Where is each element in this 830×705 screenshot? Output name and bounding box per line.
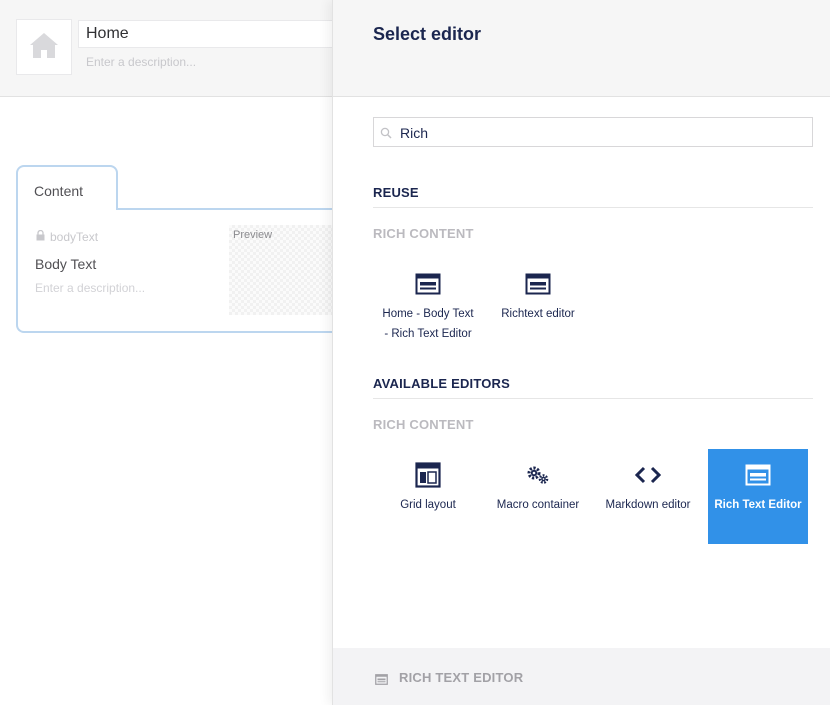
reuse-editor-home-body-text[interactable]: Home - Body Text - Rich Text Editor: [378, 258, 478, 353]
rte-icon: [378, 270, 478, 298]
preview-label: Preview: [233, 229, 273, 241]
editor-label: Richtext editor: [501, 308, 575, 320]
rte-icon: [488, 270, 588, 298]
editor-rich-text-editor[interactable]: Rich Text Editor: [708, 449, 808, 544]
reuse-editor-richtext[interactable]: Richtext editor: [488, 258, 588, 353]
tab-content[interactable]: Content: [16, 165, 118, 210]
node-description-input[interactable]: Enter a description...: [86, 55, 196, 69]
tab-content-label: Content: [34, 183, 84, 199]
panel-footer: RICH TEXT EDITOR: [333, 648, 830, 705]
lock-icon: [36, 229, 45, 244]
search-input[interactable]: [398, 122, 802, 144]
node-name-input[interactable]: Home: [78, 20, 348, 48]
rte-icon: [708, 461, 808, 489]
search-icon: [380, 126, 392, 144]
editor-markdown[interactable]: Markdown editor: [598, 449, 698, 544]
editor-macro-container[interactable]: Macro container: [488, 449, 588, 544]
available-group-title: RICH CONTENT: [373, 417, 474, 432]
property-label[interactable]: Body Text: [35, 256, 96, 272]
grid-layout-icon: [378, 461, 478, 489]
editor-label: Rich Text Editor: [714, 499, 802, 511]
panel-header: Select editor: [333, 0, 830, 97]
available-section-title: AVAILABLE EDITORS: [373, 376, 813, 399]
node-icon-picker[interactable]: [16, 19, 72, 75]
home-icon: [29, 31, 59, 64]
property-alias-text: bodyText: [50, 230, 99, 244]
select-editor-panel: Select editor REUSE RICH CONTENT Home - …: [332, 0, 830, 705]
property-alias: bodyText: [36, 229, 99, 244]
editor-label: Markdown editor: [605, 499, 691, 511]
settings-gears-icon: [488, 461, 588, 489]
reuse-group-title: RICH CONTENT: [373, 226, 474, 241]
search-box[interactable]: [373, 117, 813, 147]
editor-label: Macro container: [496, 499, 580, 511]
editor-label: Grid layout: [400, 499, 456, 511]
reuse-section-title: REUSE: [373, 185, 813, 208]
editor-grid-layout[interactable]: Grid layout: [378, 449, 478, 544]
rte-icon: [375, 672, 388, 690]
code-icon: [598, 461, 698, 489]
selected-editor-label: RICH TEXT EDITOR: [399, 670, 524, 685]
editor-label: Home - Body Text - Rich Text Editor: [382, 308, 474, 340]
property-description[interactable]: Enter a description...: [35, 281, 145, 295]
panel-title: Select editor: [373, 24, 482, 44]
